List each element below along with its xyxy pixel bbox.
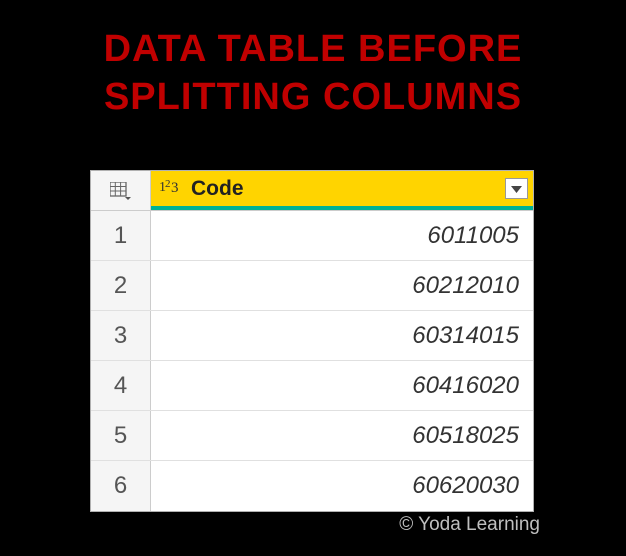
column-name: Code — [191, 177, 244, 201]
filter-dropdown-button[interactable] — [505, 178, 528, 199]
row-number: 1 — [91, 211, 151, 260]
table-row: 5 60518025 — [91, 411, 533, 461]
table-row: 2 60212010 — [91, 261, 533, 311]
table-icon — [110, 182, 132, 200]
cell-value[interactable]: 60314015 — [151, 311, 533, 360]
credit-text: © Yoda Learning — [399, 514, 540, 536]
row-number: 4 — [91, 361, 151, 410]
svg-text:3: 3 — [171, 180, 179, 195]
table-header-row: 1 2 3 Code — [91, 171, 533, 211]
data-table: 1 2 3 Code 1 6011005 2 60212010 3 603140… — [90, 170, 534, 512]
page-title: DATA TABLE BEFORE SPLITTING COLUMNS — [0, 0, 626, 121]
title-line-1: DATA TABLE BEFORE — [104, 28, 523, 70]
row-number: 2 — [91, 261, 151, 310]
row-number: 5 — [91, 411, 151, 460]
row-number: 6 — [91, 461, 151, 511]
table-row: 3 60314015 — [91, 311, 533, 361]
table-row: 1 6011005 — [91, 211, 533, 261]
table-row: 4 60416020 — [91, 361, 533, 411]
title-line-2: SPLITTING COLUMNS — [104, 76, 522, 118]
chevron-down-icon — [511, 180, 522, 198]
column-header-code[interactable]: 1 2 3 Code — [151, 171, 533, 210]
table-row: 6 60620030 — [91, 461, 533, 511]
row-number: 3 — [91, 311, 151, 360]
cell-value[interactable]: 60620030 — [151, 461, 533, 511]
cell-value[interactable]: 6011005 — [151, 211, 533, 260]
svg-text:2: 2 — [165, 178, 171, 190]
cell-value[interactable]: 60212010 — [151, 261, 533, 310]
number-type-icon: 1 2 3 — [159, 177, 183, 200]
cell-value[interactable]: 60518025 — [151, 411, 533, 460]
table-corner-menu[interactable] — [91, 171, 151, 210]
cell-value[interactable]: 60416020 — [151, 361, 533, 410]
